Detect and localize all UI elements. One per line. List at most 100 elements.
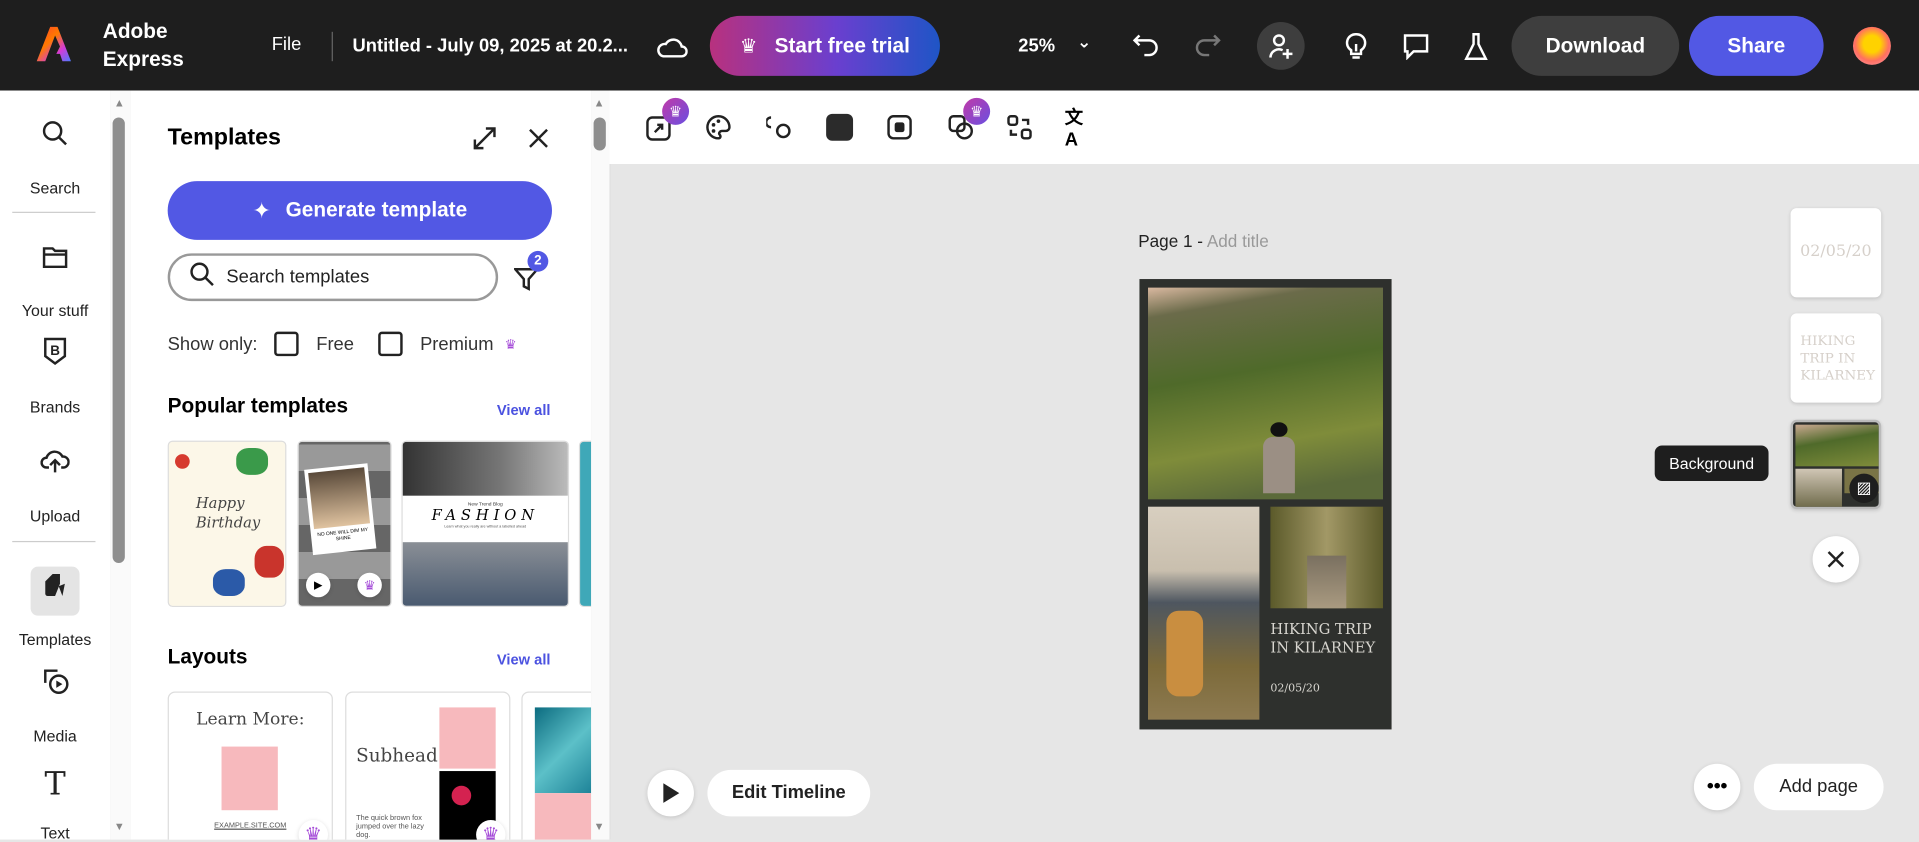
rail-label: Text [40, 823, 70, 842]
layouts-title: Layouts [167, 644, 248, 669]
layout-learn-more[interactable]: Learn More: EXAMPLE.SITE.COM ♛ [167, 691, 333, 840]
templates-icon [30, 566, 80, 616]
add-title-field[interactable]: Add title [1207, 231, 1269, 251]
design-heading[interactable]: HIKING TRIP IN KILARNEY [1270, 621, 1386, 658]
text-icon: T [44, 766, 66, 803]
dog-photo[interactable] [1148, 506, 1260, 720]
layouts-view-all-link[interactable]: View all [497, 651, 551, 668]
search-icon [190, 262, 214, 293]
free-checkbox[interactable] [274, 331, 300, 357]
popular-view-all-link[interactable]: View all [497, 401, 551, 418]
add-page-button[interactable]: Add page [1753, 763, 1884, 811]
expand-icon[interactable] [471, 125, 498, 152]
comment-icon[interactable] [1401, 31, 1430, 63]
replace-icon[interactable] [1005, 113, 1034, 142]
top-bar: Adobe Express File Untitled - July 09, 20… [0, 0, 1919, 91]
play-button[interactable] [647, 769, 694, 817]
crown-icon: ♛ [739, 36, 758, 57]
layer-thumb-heading[interactable]: HIKING TRIP IN KILARNEY [1790, 313, 1882, 403]
close-layers-button[interactable] [1812, 536, 1860, 583]
file-menu[interactable]: File [272, 34, 302, 55]
chevron-down-icon[interactable]: ⌄ [1077, 32, 1091, 53]
divider [12, 540, 96, 543]
sparkle-icon: ✦ [252, 197, 271, 223]
panel-scrollbar-thumb[interactable] [593, 117, 606, 151]
premium-label: Premium [420, 333, 494, 355]
share-button[interactable]: Share [1688, 15, 1824, 76]
rail-label: Brands [29, 397, 81, 417]
rail-label: Media [33, 726, 77, 746]
premium-checkbox[interactable] [378, 331, 403, 357]
template-text: New Trend Blog [467, 500, 503, 507]
template-text: Happy [195, 494, 245, 512]
search-icon [31, 115, 80, 164]
bridge-photo[interactable] [1270, 506, 1384, 609]
panel-scrollbar-track[interactable]: ▲ ▼ [591, 90, 611, 840]
free-label: Free [316, 333, 354, 355]
download-button[interactable]: Download [1511, 15, 1680, 76]
crown-icon: ♛ [498, 331, 523, 357]
layer-thumb-background[interactable]: ▨ [1790, 419, 1882, 510]
document-title[interactable]: Untitled - July 09, 2025 at 20.2... [352, 35, 628, 56]
rail-scrollbar-track[interactable]: ▲ ▼ [110, 90, 131, 840]
brand-name-2: Express [102, 47, 184, 71]
generate-template-button[interactable]: ✦ Generate template [167, 181, 552, 240]
upload-icon [31, 443, 80, 492]
templates-panel: Templates ✦ Generate template Search temp… [130, 90, 592, 840]
template-partial[interactable] [578, 440, 592, 608]
close-icon [1827, 551, 1845, 568]
rail-item-search[interactable]: Search [0, 115, 110, 197]
layer-text: 02/05/20 [1800, 242, 1872, 261]
avatar[interactable] [1852, 26, 1891, 65]
media-icon [31, 663, 80, 712]
zoom-level[interactable]: 25% [1018, 35, 1055, 56]
lightbulb-icon[interactable] [1341, 31, 1370, 63]
redo-icon[interactable] [1191, 29, 1223, 61]
trial-label: Start free trial [774, 33, 910, 57]
design-date[interactable]: 02/05/20 [1270, 683, 1319, 695]
layer-text: HIKING TRIP IN KILARNEY [1800, 332, 1876, 384]
play-icon [663, 783, 680, 803]
template-happy-birthday[interactable]: Happy Birthday [167, 440, 287, 608]
flask-icon[interactable] [1461, 31, 1490, 63]
layout-text: The quick brown fox jumped over the lazy… [356, 815, 424, 840]
rail-item-text[interactable]: T Text [0, 760, 110, 842]
popular-templates-title: Popular templates [167, 394, 349, 418]
template-text: NO ONE WILL DIM MY SHINE [316, 525, 369, 542]
search-templates-input[interactable]: Search templates [167, 253, 499, 302]
layout-ocean[interactable] [521, 691, 592, 840]
layout-text: Subhead [356, 744, 438, 767]
cloud-icon[interactable] [656, 32, 688, 61]
rail-item-brands[interactable]: B Brands [0, 334, 110, 416]
image-frame-icon[interactable] [885, 113, 914, 142]
translate-icon[interactable]: 文A [1065, 108, 1094, 151]
palette-icon[interactable] [704, 113, 733, 142]
undo-icon[interactable] [1131, 29, 1163, 61]
premium-crown-icon: ♛ [476, 820, 506, 840]
rail-item-templates[interactable]: Templates [0, 566, 110, 649]
adobe-express-logo[interactable] [34, 24, 73, 63]
edit-timeline-button[interactable]: Edit Timeline [707, 769, 871, 817]
premium-crown-icon: ♛ [662, 97, 690, 125]
more-options-icon[interactable]: ••• [1693, 763, 1741, 811]
invite-user-icon[interactable] [1256, 22, 1305, 70]
layout-subhead[interactable]: Subhead The quick brown fox jumped over … [345, 691, 511, 840]
shapes-icon[interactable] [765, 113, 794, 142]
layer-thumb-date[interactable]: 02/05/20 [1790, 208, 1882, 298]
start-free-trial-button[interactable]: ♛ Start free trial [709, 15, 940, 76]
layout-text: Learn More: [196, 709, 305, 730]
filter-count-badge: 2 [527, 250, 549, 272]
show-only-label: Show only: [167, 333, 258, 355]
rail-scrollbar-thumb[interactable] [112, 117, 125, 563]
design-page[interactable]: HIKING TRIP IN KILARNEY 02/05/20 [1139, 279, 1392, 730]
close-icon[interactable] [526, 126, 550, 150]
rail-item-your-stuff[interactable]: Your stuff [0, 237, 110, 319]
rail-item-media[interactable]: Media [0, 663, 110, 745]
color-swatch[interactable] [826, 113, 854, 141]
rail-label: Search [29, 178, 81, 198]
rail-item-upload[interactable]: Upload [0, 443, 110, 525]
rail-label: Upload [29, 506, 81, 526]
mountain-photo[interactable] [1148, 287, 1384, 500]
template-photo-shine[interactable]: NO ONE WILL DIM MY SHINE ▶ ♛ [297, 440, 392, 608]
template-fashion[interactable]: New Trend Blog FASHION Learn what you re… [401, 440, 570, 608]
